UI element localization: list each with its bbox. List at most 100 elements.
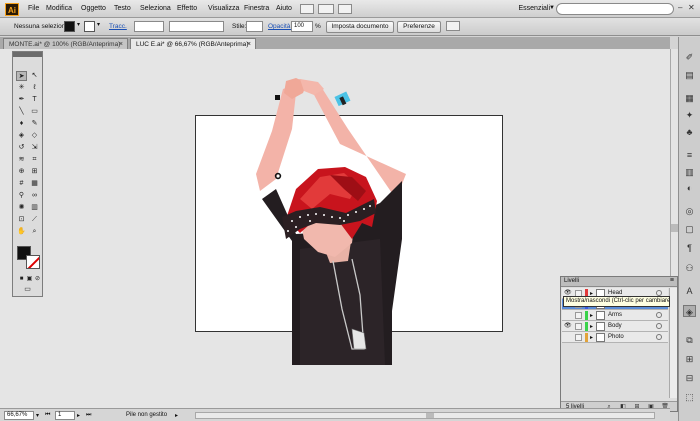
character-panel-icon[interactable]: A xyxy=(683,285,696,297)
layers-panel-icon[interactable]: ◈ xyxy=(683,305,696,317)
eraser-tool-icon[interactable]: ◇ xyxy=(29,131,40,141)
menu-oggetto[interactable]: Oggetto xyxy=(81,5,106,12)
perspective-tool-icon[interactable]: ⊞ xyxy=(29,167,40,177)
selection-tool-icon[interactable]: ➤ xyxy=(16,71,27,81)
app-logo[interactable]: Ai xyxy=(5,3,19,16)
last-page-icon[interactable]: ⏭ xyxy=(86,412,91,419)
graph-tool-icon[interactable]: ▥ xyxy=(29,203,40,213)
links-panel-icon[interactable]: ⬚ xyxy=(683,391,696,403)
transform-panel-icon[interactable]: ⧉ xyxy=(683,334,696,346)
stroke-panel-icon[interactable]: ≡ xyxy=(683,149,696,161)
menu-effetto[interactable]: Effetto xyxy=(177,5,197,12)
stroke-color-swatch[interactable] xyxy=(26,255,40,269)
scale-tool-icon[interactable]: ⇲ xyxy=(29,143,40,153)
fill-swatch[interactable] xyxy=(64,21,75,32)
panel-options-icon[interactable] xyxy=(446,21,460,31)
stroke-weight-field[interactable] xyxy=(134,21,164,32)
slice-tool-icon[interactable]: ⟋ xyxy=(29,215,40,225)
eyedropper-tool-icon[interactable]: ⚲ xyxy=(16,191,27,201)
gradient-tool-icon[interactable]: ▦ xyxy=(29,179,40,189)
symbol-sprayer-tool-icon[interactable]: ✺ xyxy=(16,203,27,213)
free-transform-tool-icon[interactable]: ⌗ xyxy=(29,155,40,165)
mesh-tool-icon[interactable]: # xyxy=(16,179,27,189)
brush-field[interactable] xyxy=(169,21,224,32)
gradient-panel-icon[interactable]: ▥ xyxy=(683,166,696,178)
lock-toggle[interactable] xyxy=(575,312,582,319)
status-menu-icon[interactable]: ▸ xyxy=(175,412,178,419)
blob-brush-tool-icon[interactable]: ◈ xyxy=(16,131,27,141)
scroll-thumb[interactable] xyxy=(671,224,678,232)
stroke-swatch[interactable] xyxy=(84,21,95,32)
workspace-switcher[interactable]: Essenziali xyxy=(518,5,550,12)
opentype-panel-icon[interactable]: ⚇ xyxy=(683,262,696,274)
menu-visualizza[interactable]: Visualizza xyxy=(208,5,239,12)
close-icon[interactable]: ✕ xyxy=(688,3,695,12)
color-guide-icon[interactable]: ▤ xyxy=(683,69,696,81)
fill-dropdown-icon[interactable]: ▾ xyxy=(77,21,80,28)
stroke-link[interactable]: Tracc. xyxy=(109,23,127,30)
zoom-field[interactable]: 66,67% xyxy=(4,411,34,420)
graphic-styles-icon[interactable]: ▢ xyxy=(683,223,696,235)
align-panel-icon[interactable]: ⊞ xyxy=(683,353,696,365)
panel-grip[interactable] xyxy=(13,52,42,57)
horizontal-scrollbar[interactable] xyxy=(195,412,655,419)
zoom-dropdown-icon[interactable]: ▾ xyxy=(36,412,39,419)
tab-luce[interactable]: LUC E.ai* @ 66,67% (RGB/Anteprima) × xyxy=(130,38,256,49)
style-field[interactable] xyxy=(246,21,263,32)
pathfinder-panel-icon[interactable]: ⊟ xyxy=(683,372,696,384)
page-field[interactable]: 1 xyxy=(55,411,75,420)
rotate-tool-icon[interactable]: ↺ xyxy=(16,143,27,153)
search-field[interactable] xyxy=(556,3,674,15)
transparency-panel-icon[interactable]: ◐ xyxy=(683,182,696,194)
lasso-tool-icon[interactable]: ℓ xyxy=(29,83,40,93)
target-icon[interactable] xyxy=(656,323,662,329)
appearance-panel-icon[interactable]: ◎ xyxy=(683,205,696,217)
layer-name[interactable]: Arms xyxy=(608,312,622,318)
expand-triangle-icon[interactable]: ▸ xyxy=(590,334,593,341)
status-info[interactable]: Pile non gestito xyxy=(126,412,167,418)
lock-toggle[interactable] xyxy=(575,323,582,330)
opacity-field[interactable]: 100 xyxy=(291,21,313,32)
menu-testo[interactable]: Testo xyxy=(114,5,131,12)
menu-seleziona[interactable]: Seleziona xyxy=(140,5,171,12)
pen-tool-icon[interactable]: ✒ xyxy=(16,95,27,105)
minimize-icon[interactable]: – xyxy=(678,3,682,12)
line-tool-icon[interactable]: ╲ xyxy=(16,107,27,117)
paragraph-panel-icon[interactable]: ¶ xyxy=(683,242,696,254)
menu-finestra[interactable]: Finestra xyxy=(244,5,269,12)
expand-triangle-icon[interactable]: ▸ xyxy=(590,323,593,330)
expand-triangle-icon[interactable]: ▸ xyxy=(590,312,593,319)
menu-aiuto[interactable]: Aiuto xyxy=(276,5,292,12)
type-tool-icon[interactable]: T xyxy=(29,95,40,105)
layers-panel-header[interactable]: Livelli ≡ xyxy=(561,277,677,287)
eye-icon[interactable]: 👁 xyxy=(564,323,572,329)
tab-monte[interactable]: MONTE.ai* @ 100% (RGB/Anteprima) × xyxy=(3,38,128,49)
opacity-link[interactable]: Opacità: xyxy=(268,23,292,30)
screen-mode-icon[interactable]: ▭ xyxy=(22,285,33,295)
layers-scrollbar[interactable] xyxy=(669,288,677,398)
color-panel-icon[interactable]: ✐ xyxy=(683,51,696,63)
chevron-down-icon[interactable]: ▼ xyxy=(549,5,555,11)
target-icon[interactable] xyxy=(656,312,662,318)
layer-name[interactable]: Photo xyxy=(608,334,624,340)
rectangle-tool-icon[interactable]: ▭ xyxy=(29,107,40,117)
paintbrush-tool-icon[interactable]: ♦ xyxy=(16,119,27,129)
layer-name[interactable]: Body xyxy=(608,323,622,329)
layer-row-photo[interactable]: ▸ Photo xyxy=(562,332,668,343)
eye-icon[interactable] xyxy=(564,334,572,340)
lock-toggle[interactable] xyxy=(575,334,582,341)
warp-tool-icon[interactable]: ≋ xyxy=(16,155,27,165)
preferences-button[interactable]: Preferenze xyxy=(397,21,441,33)
hand-tool-icon[interactable]: ✋ xyxy=(16,227,27,237)
bridge-icon[interactable] xyxy=(300,4,314,14)
next-page-icon[interactable]: ▸ xyxy=(77,412,80,419)
magic-wand-tool-icon[interactable]: ✳ xyxy=(16,83,27,93)
artboard-tool-icon[interactable]: ⊡ xyxy=(16,215,27,225)
zoom-tool-icon[interactable]: ⌕ xyxy=(29,227,40,237)
layer-row-arms[interactable]: ▸ Arms xyxy=(562,310,668,321)
screen-mode-icon[interactable] xyxy=(338,4,352,14)
symbols-panel-icon[interactable]: ♣ xyxy=(683,126,696,138)
menu-file[interactable]: File xyxy=(28,5,39,12)
panel-menu-icon[interactable]: ≡ xyxy=(670,277,674,284)
target-icon[interactable] xyxy=(656,334,662,340)
